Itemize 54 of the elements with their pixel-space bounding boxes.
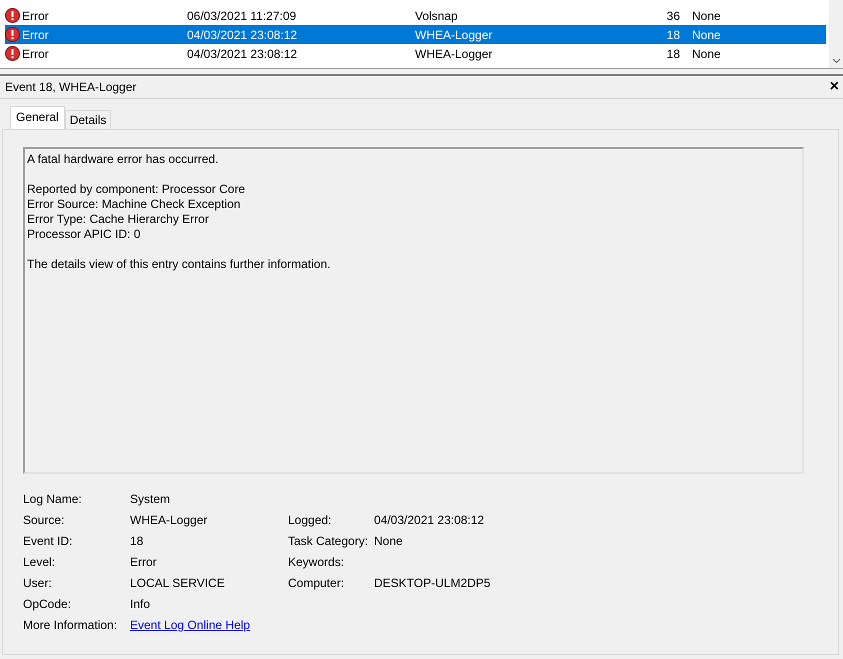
field-label: Level:	[23, 554, 56, 571]
field-label: User:	[23, 575, 53, 592]
field-value: 04/03/2021 23:08:12	[374, 512, 486, 529]
date-cell-text: 06/03/2021 11:27:09	[187, 8, 298, 22]
event-id-cell-text: 36	[666, 8, 680, 22]
scrollbar[interactable]	[829, 0, 843, 68]
close-button[interactable]: ×	[830, 78, 839, 96]
event-row[interactable]: Error 04/03/2021 23:08:12 WHEA-Logger 18 None	[5, 25, 826, 44]
help-link[interactable]: Event Log Online Help	[130, 618, 250, 632]
source-cell-text: WHEA-Logger	[415, 28, 494, 42]
field-value: 18	[130, 533, 144, 550]
field-label: Event ID:	[23, 533, 74, 550]
source-cell-text: WHEA-Logger	[415, 46, 494, 60]
date-cell-text: 04/03/2021 23:08:12	[187, 28, 298, 42]
task-category-cell-text: None	[692, 8, 722, 22]
error-icon	[5, 27, 20, 42]
field-label: Computer:	[288, 575, 346, 592]
message-text: The details view of this entry contains further information.	[27, 257, 332, 272]
field-value: Info	[130, 596, 152, 613]
field-label: Task Category:	[288, 533, 370, 550]
field-label: Source:	[23, 512, 66, 529]
message-text: A fatal hardware error has occurred.	[27, 152, 220, 167]
field-label: Logged:	[288, 512, 332, 529]
error-icon	[5, 8, 20, 23]
tab[interactable]: Details	[64, 110, 112, 129]
field-value: System	[130, 491, 172, 508]
field-label: Keywords:	[288, 554, 346, 571]
field-value: WHEA-Logger	[130, 512, 208, 529]
field-label: OpCode:	[23, 596, 72, 613]
field-value: Error	[130, 554, 158, 571]
field-value: None	[374, 533, 404, 550]
event-id-cell-text: 18	[666, 28, 680, 42]
details-title: Event 18, WHEA-Logger	[5, 80, 136, 94]
event-row[interactable]: Error 06/03/2021 11:27:09 Volsnap 36 None	[5, 6, 826, 25]
level-cell-text: Error	[22, 28, 50, 42]
field-value: DESKTOP-ULM2DP5	[374, 575, 492, 592]
message-text: Error Type: Cache Hierarchy Error	[27, 212, 210, 227]
source-cell-text: Volsnap	[415, 8, 459, 22]
event-row[interactable]: Error 04/03/2021 23:08:12 WHEA-Logger 18 None	[5, 44, 826, 63]
event-id-cell-text: 18	[666, 46, 680, 60]
level-cell-text: Error	[22, 46, 50, 60]
field-value: LOCAL SERVICE	[130, 575, 226, 592]
level-cell-text: Error	[22, 8, 50, 22]
error-icon	[5, 46, 20, 61]
message-text: Reported by component: Processor Core	[27, 182, 246, 197]
tab[interactable]: General	[10, 106, 65, 129]
message-text: Error Source: Machine Check Exception	[27, 197, 242, 212]
task-category-cell-text: None	[692, 46, 722, 60]
field-label: Log Name:	[23, 491, 83, 508]
scroll-down-icon[interactable]	[832, 58, 840, 64]
field-label: More Information:	[23, 617, 118, 634]
date-cell-text: 04/03/2021 23:08:12	[187, 46, 298, 60]
task-category-cell-text: None	[692, 28, 722, 42]
message-text: Processor APIC ID: 0	[27, 227, 142, 242]
